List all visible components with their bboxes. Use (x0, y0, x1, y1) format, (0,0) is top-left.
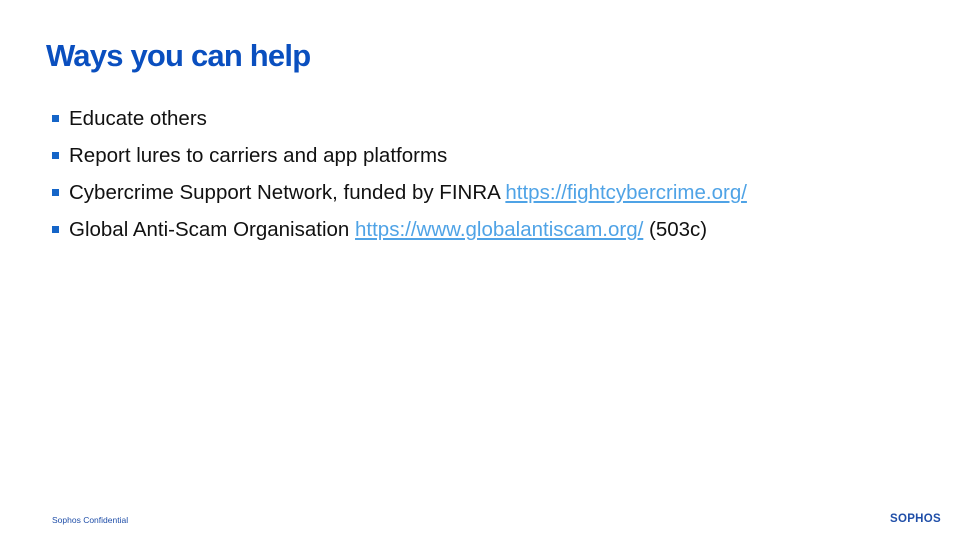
bullet-item-report-lures: Report lures to carriers and app platfor… (50, 137, 930, 174)
bullet-text: Educate others (69, 107, 207, 130)
bullet-text: Global Anti-Scam Organisation (69, 218, 350, 241)
bullet-text: Cybercrime Support Network, funded by FI… (69, 181, 500, 204)
bullet-item-cybercrime-support: Cybercrime Support Network, funded by FI… (50, 174, 930, 211)
slide-title: Ways you can help (46, 38, 311, 73)
sophos-logo: SOPHOS (890, 513, 942, 525)
square-bullet-icon (52, 152, 59, 159)
confidential-label: Sophos Confidential (52, 515, 129, 525)
square-bullet-icon (52, 115, 59, 122)
bullet-text: Report lures to carriers and app platfor… (69, 144, 448, 167)
globalantiscam-link[interactable]: https://www.globalantiscam.org/ (355, 218, 643, 241)
square-bullet-icon (52, 189, 59, 196)
bullet-suffix: (503c) (649, 218, 708, 241)
bullet-item-educate: Educate others (50, 100, 930, 137)
square-bullet-icon (52, 226, 59, 233)
fightcybercrime-link[interactable]: https://fightcybercrime.org/ (505, 181, 747, 204)
bullet-list: Educate others Report lures to carriers … (50, 100, 930, 248)
bullet-item-global-anti-scam: Global Anti-Scam Organisation https://ww… (50, 211, 930, 248)
